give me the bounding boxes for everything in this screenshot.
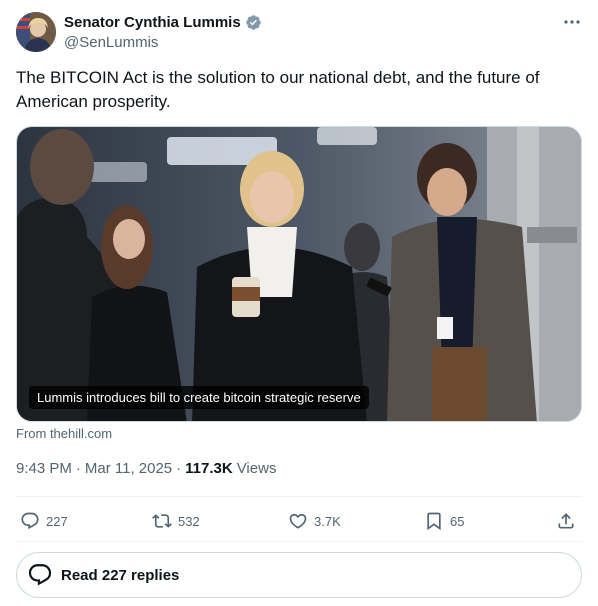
link-card-image[interactable]: Lummis introduces bill to create bitcoin… bbox=[16, 126, 582, 422]
like-button[interactable]: 3.7K bbox=[288, 511, 341, 531]
link-card-caption: Lummis introduces bill to create bitcoin… bbox=[29, 386, 369, 409]
reply-count: 227 bbox=[46, 513, 68, 529]
bookmark-count: 65 bbox=[450, 513, 465, 529]
share-button[interactable] bbox=[556, 511, 576, 531]
read-replies-label: Read 227 replies bbox=[61, 566, 180, 584]
bookmark-icon bbox=[427, 512, 441, 531]
retweet-icon bbox=[152, 514, 172, 528]
reply-bubble-icon bbox=[28, 564, 52, 586]
tweet-date[interactable]: Mar 11, 2025 bbox=[85, 460, 172, 477]
tweet-meta: 9:43 PM · Mar 11, 2025 · 117.3K Views bbox=[16, 460, 276, 477]
link-source[interactable]: From thehill.com bbox=[16, 426, 112, 441]
avatar-image bbox=[16, 12, 56, 52]
reply-icon bbox=[21, 512, 39, 530]
more-options-button[interactable] bbox=[560, 12, 584, 32]
tweet-text: The BITCOIN Act is the solution to our n… bbox=[16, 68, 540, 111]
author-handle[interactable]: @SenLummis bbox=[64, 34, 262, 51]
more-dots-icon bbox=[564, 20, 580, 24]
heart-icon bbox=[289, 513, 307, 529]
news-photo bbox=[17, 127, 581, 421]
meta-separator: · bbox=[176, 460, 182, 477]
author-name[interactable]: Senator Cynthia Lummis bbox=[64, 14, 241, 31]
divider bbox=[16, 496, 582, 497]
avatar[interactable] bbox=[16, 12, 56, 52]
retweet-button[interactable]: 532 bbox=[152, 511, 200, 531]
retweet-count: 532 bbox=[178, 513, 200, 529]
bookmark-button[interactable]: 65 bbox=[424, 511, 464, 531]
read-replies-button[interactable]: Read 227 replies bbox=[16, 552, 582, 598]
meta-separator: · bbox=[75, 460, 81, 477]
divider bbox=[16, 541, 582, 542]
views-label: Views bbox=[236, 460, 277, 477]
views-count: 117.3K bbox=[185, 460, 233, 477]
verified-badge-icon[interactable] bbox=[245, 14, 262, 31]
reply-button[interactable]: 227 bbox=[20, 511, 68, 531]
author-block: Senator Cynthia Lummis @SenLummis bbox=[64, 12, 262, 51]
share-icon bbox=[558, 513, 574, 529]
like-count: 3.7K bbox=[314, 513, 341, 529]
tweet-time[interactable]: 9:43 PM bbox=[16, 460, 72, 477]
action-bar: 227 532 3.7K 65 bbox=[16, 505, 582, 537]
